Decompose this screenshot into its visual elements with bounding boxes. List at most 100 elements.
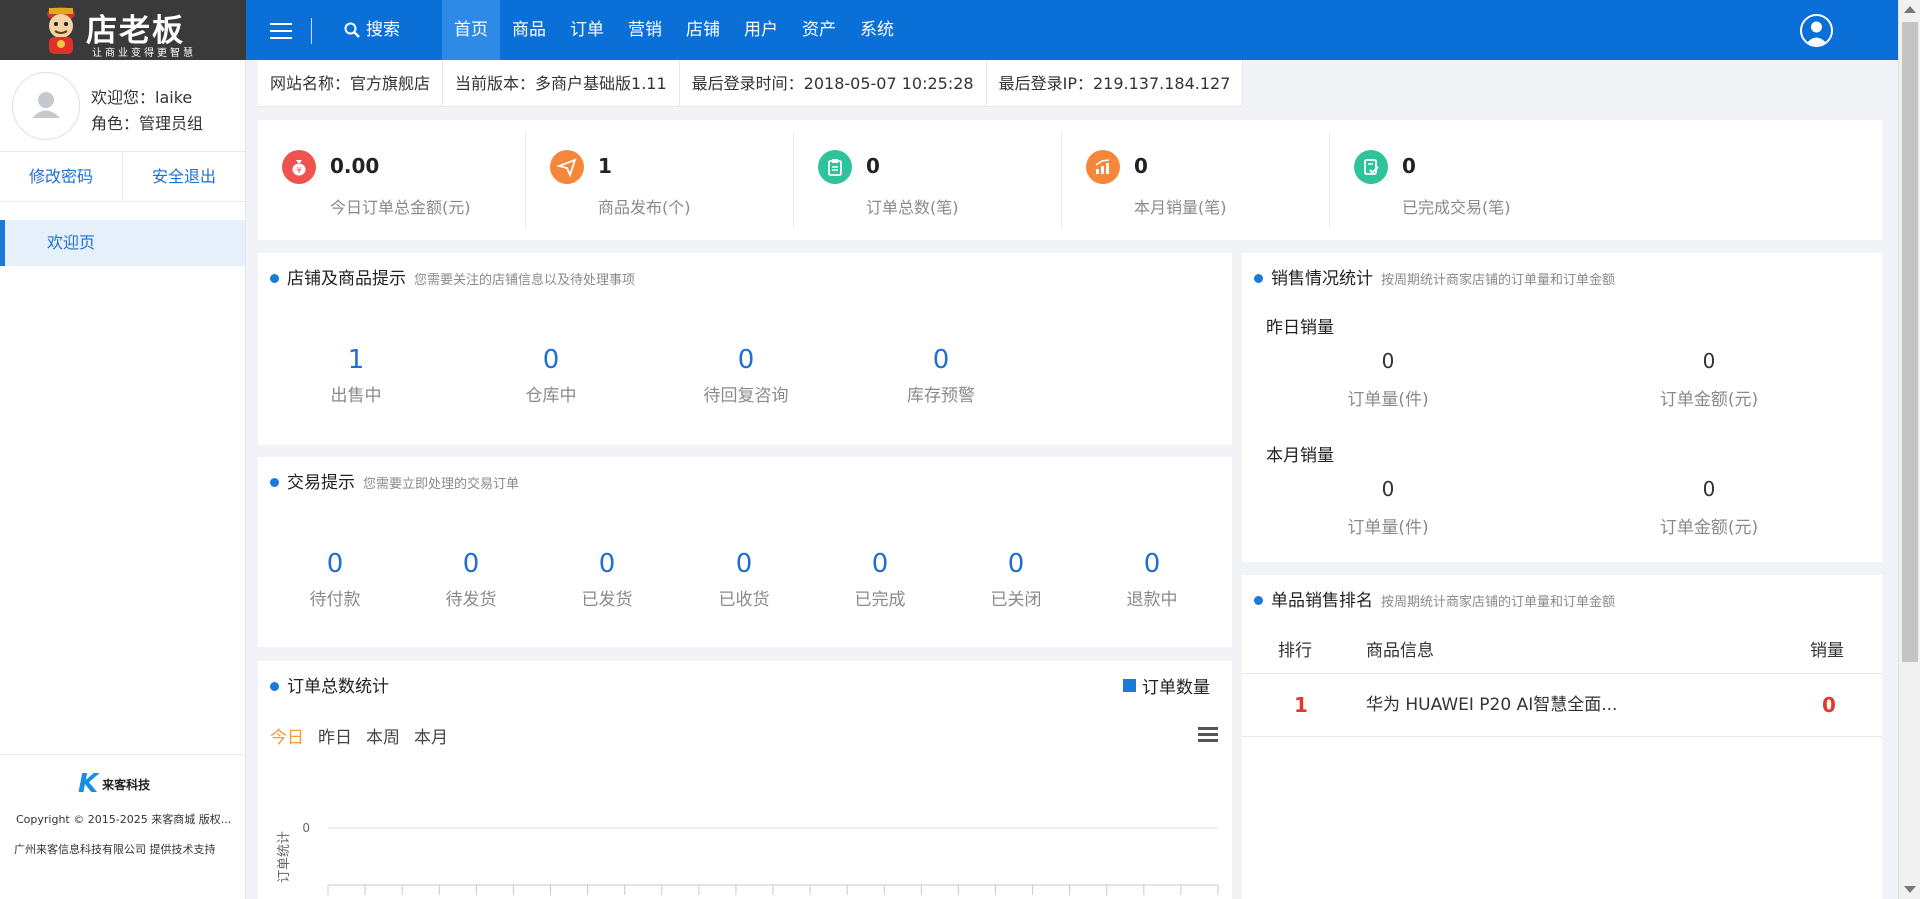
brand-slogan: 让商业变得更智慧 (92, 48, 196, 59)
site-info-bar: 网站名称：官方旗舰店 当前版本：多商户基础版1.11 最后登录时间：2018-0… (258, 60, 1244, 107)
tab-yesterday[interactable]: 昨日 (318, 723, 352, 748)
scroll-up-icon[interactable] (1904, 6, 1916, 13)
company-logo-icon: K (78, 769, 99, 799)
metric-value: 0 (542, 345, 560, 375)
column-header-sales: 销量 (1810, 641, 1844, 661)
metric-value: 0 (462, 549, 480, 579)
search-button[interactable]: 搜索 (344, 0, 400, 60)
nav-shops[interactable]: 店铺 (674, 0, 732, 60)
clipboard-icon (818, 150, 852, 184)
panel-description: 您需要立即处理的交易订单 (363, 477, 520, 492)
chart-menu-icon[interactable] (1198, 727, 1218, 743)
mascot-icon (47, 7, 75, 54)
ranking-table-header: 排行 商品信息 销量 (1242, 629, 1882, 674)
toolbar-divider (311, 18, 312, 44)
sales-month-qty: 0 订单量(件) (1288, 477, 1488, 538)
nav-assets[interactable]: 资产 (790, 0, 848, 60)
metric-label: 已完成 (854, 590, 906, 610)
metric-in-warehouse[interactable]: 0 仓库中 (481, 345, 621, 406)
sidebar-item-welcome[interactable]: 欢迎页 (0, 220, 245, 266)
nav-orders[interactable]: 订单 (558, 0, 616, 60)
trade-panel: 交易提示 您需要立即处理的交易订单 0 待付款 0 待发货 0 已发货 0 已收… (258, 457, 1232, 647)
paper-plane-icon (550, 150, 584, 184)
sales-yesterday-qty: 0 订单量(件) (1288, 349, 1488, 410)
support-text: 广州来客信息科技有限公司 提供技术支持 (14, 843, 216, 856)
summary-stats: ¥ 0.00 今日订单总金额(元) 1 商品发布(个) 0 订单总数(笔) 0 … (258, 120, 1882, 240)
product-name[interactable]: 华为 HUAWEI P20 AI智慧全面... (1366, 674, 1617, 737)
metric-label: 仓库中 (525, 386, 577, 406)
avatar (12, 72, 80, 140)
stat-value: 0 (1134, 154, 1148, 178)
logout-link[interactable]: 安全退出 (123, 152, 245, 201)
nav-marketing[interactable]: 营销 (616, 0, 674, 60)
last-login-time: 最后登录时间：2018-05-07 10:25:28 (680, 60, 987, 106)
metric-on-sale[interactable]: 1 出售中 (286, 345, 426, 406)
tab-this-month[interactable]: 本月 (414, 723, 448, 748)
stat-monthly-sales: 0 本月销量(笔) (1062, 132, 1330, 228)
menu-toggle-icon[interactable] (270, 23, 292, 39)
metric-label: 待回复咨询 (703, 386, 789, 406)
stat-value: 0 (866, 154, 880, 178)
scrollbar-thumb[interactable] (1902, 22, 1918, 662)
sales-stats-panel: 销售情况统计 按周期统计商家店铺的订单量和订单金额 昨日销量 0 订单量(件) … (1242, 253, 1882, 562)
bullet-dot-icon (1254, 596, 1263, 605)
welcome-text: 欢迎您：laike (91, 88, 193, 107)
metric-label: 已发货 (581, 590, 633, 610)
metric-value: 0 (871, 549, 889, 579)
search-label: 搜索 (366, 20, 400, 40)
panel-header: 店铺及商品提示 您需要关注的店铺信息以及待处理事项 (270, 264, 635, 289)
panel-header: 交易提示 您需要立即处理的交易订单 (270, 468, 519, 493)
metric-pending-payment[interactable]: 0 待付款 (265, 549, 405, 610)
bullet-dot-icon (1254, 274, 1263, 283)
nav-users[interactable]: 用户 (732, 0, 790, 60)
stat-value: 0 (1402, 154, 1416, 178)
table-row[interactable]: 1 华为 HUAWEI P20 AI智慧全面... 0 (1242, 674, 1882, 737)
sales-label: 订单量(件) (1347, 390, 1429, 410)
panel-header: 销售情况统计 按周期统计商家店铺的订单量和订单金额 (1254, 264, 1615, 289)
bullet-dot-icon (270, 274, 279, 283)
period-tabs: 今日 昨日 本周 本月 (270, 723, 448, 748)
metric-received[interactable]: 0 已收货 (674, 549, 814, 610)
metric-shipped[interactable]: 0 已发货 (537, 549, 677, 610)
page-scrollbar[interactable] (1898, 0, 1920, 899)
panel-description: 您需要关注的店铺信息以及待处理事项 (414, 273, 636, 288)
metric-label: 出售中 (330, 386, 382, 406)
chart-legend[interactable]: 订单数量 (1123, 673, 1210, 698)
metric-value: 0 (598, 549, 616, 579)
metric-pending-inquiries[interactable]: 0 待回复咨询 (676, 345, 816, 406)
top-bar: 店老板 让商业变得更智慧 搜索 首页 商品 订单 营销 店铺 用户 资产 系统 (0, 0, 1898, 60)
stat-order-total: 0 订单总数(笔) (794, 132, 1062, 228)
nav-system[interactable]: 系统 (848, 0, 906, 60)
change-password-link[interactable]: 修改密码 (0, 152, 123, 201)
tab-this-week[interactable]: 本周 (366, 723, 400, 748)
sales-label: 订单量(件) (1347, 518, 1429, 538)
nav-home[interactable]: 首页 (442, 0, 500, 60)
legend-label: 订单数量 (1142, 678, 1210, 698)
nav-goods[interactable]: 商品 (500, 0, 558, 60)
stat-value: 0.00 (330, 154, 380, 178)
metric-pending-shipment[interactable]: 0 待发货 (401, 549, 541, 610)
brand-logo[interactable]: 店老板 让商业变得更智慧 (0, 0, 246, 60)
y-axis-label: 订单统计 (277, 831, 292, 883)
sales-group-name: 昨日销量 (1266, 318, 1334, 338)
legend-swatch (1123, 679, 1136, 692)
copyright-text: Copyright © 2015-2025 来客商城 版权... (16, 813, 232, 826)
panel-title: 店铺及商品提示 (287, 269, 406, 289)
panel-description: 按周期统计商家店铺的订单量和订单金额 (1381, 273, 1616, 288)
metric-stock-warning[interactable]: 0 库存预警 (871, 345, 1011, 406)
tab-today[interactable]: 今日 (270, 723, 304, 748)
metric-label: 已收货 (718, 590, 770, 610)
last-login-ip: 最后登录IP：219.137.184.127 (987, 60, 1244, 106)
metric-refunding[interactable]: 0 退款中 (1082, 549, 1222, 610)
panel-title: 订单总数统计 (287, 677, 389, 697)
panel-title: 销售情况统计 (1271, 269, 1373, 289)
bullet-dot-icon (270, 478, 279, 487)
checklist-icon (1354, 150, 1388, 184)
company-logo: K 来客科技 (78, 769, 150, 799)
scroll-down-icon[interactable] (1904, 886, 1916, 893)
user-menu-avatar[interactable] (1800, 14, 1833, 47)
metric-closed[interactable]: 0 已关闭 (946, 549, 1086, 610)
stat-label: 商品发布(个) (598, 198, 691, 217)
panel-header: 订单总数统计 (270, 672, 389, 697)
metric-completed[interactable]: 0 已完成 (810, 549, 950, 610)
